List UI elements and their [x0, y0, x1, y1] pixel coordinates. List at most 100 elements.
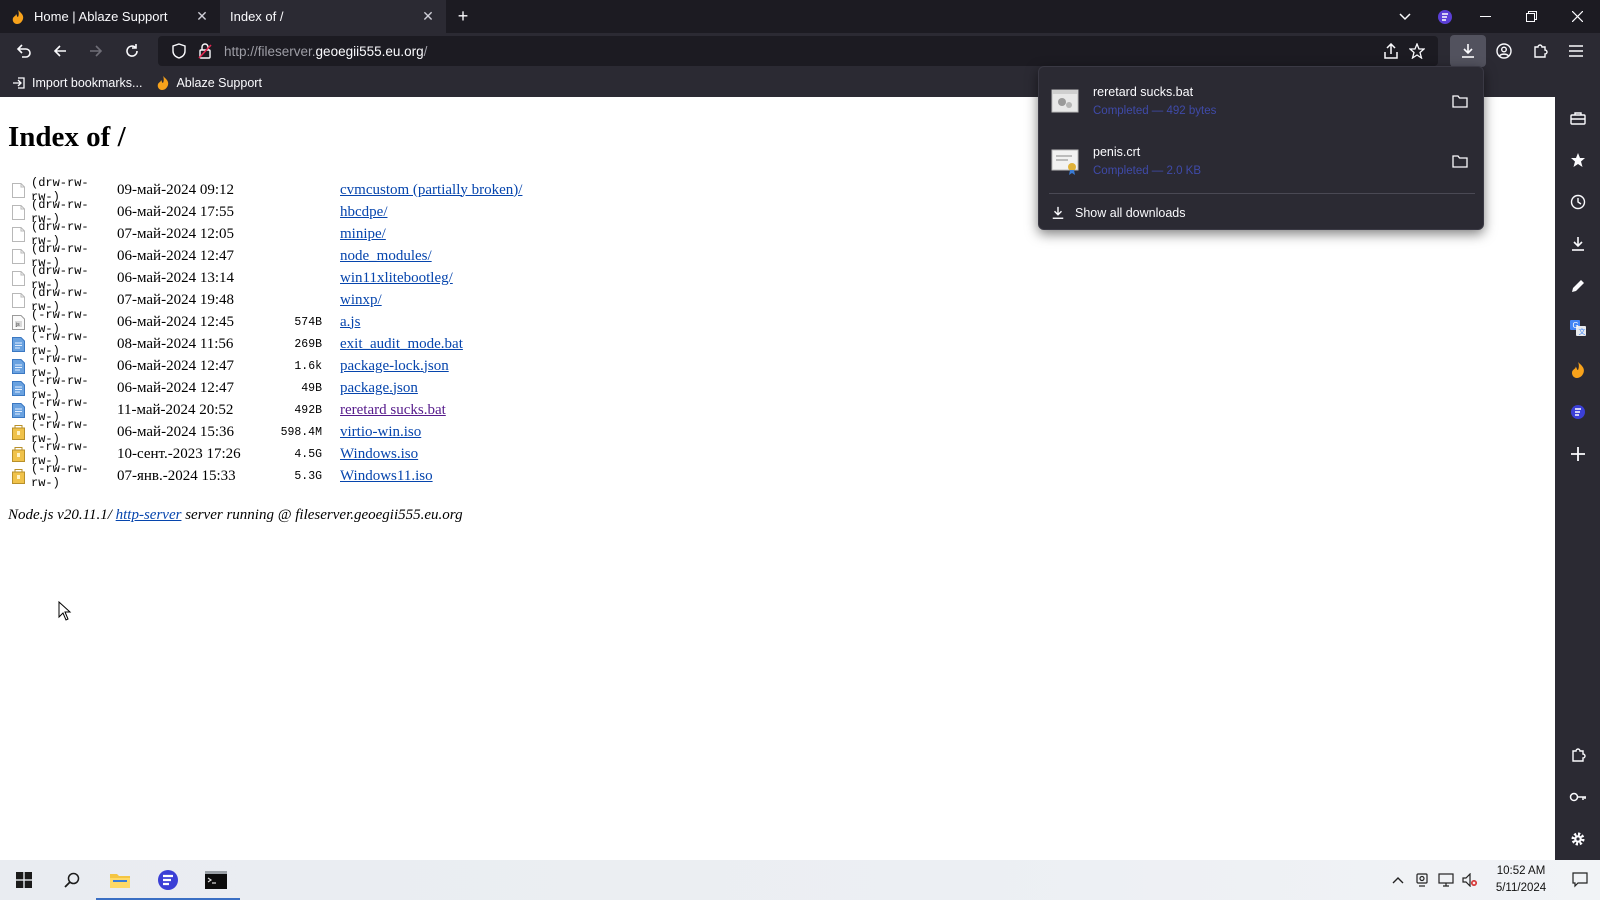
minimize-button[interactable]	[1462, 0, 1508, 33]
floorp-icon	[158, 870, 178, 890]
close-tab-icon[interactable]: ✕	[420, 8, 436, 25]
volume-muted-icon[interactable]	[1458, 860, 1482, 900]
share-icon[interactable]	[1378, 43, 1404, 59]
arrow-left-icon	[53, 45, 66, 57]
show-hidden-icons-chevron-up-icon[interactable]	[1386, 860, 1410, 900]
footer-suffix: server running @ fileserver.geoegii555.e…	[181, 507, 463, 523]
bookmark-star-icon[interactable]	[1404, 43, 1430, 59]
reload-icon	[126, 44, 138, 57]
package-icon	[12, 424, 26, 440]
file-link[interactable]: a.js	[340, 314, 360, 331]
new-tab-button[interactable]: +	[446, 0, 480, 33]
action-center-button[interactable]	[1560, 860, 1600, 900]
taskbar-clock[interactable]: 10:52 AM 5/11/2024	[1482, 863, 1560, 897]
file-size: 5.3G	[294, 469, 322, 483]
downloads-panel: reretard sucks.bat Completed — 492 bytes…	[1038, 66, 1484, 230]
open-folder-icon[interactable]	[1445, 86, 1475, 116]
sidebar-toolbox-icon[interactable]	[1555, 97, 1600, 139]
file-explorer-taskbar-button[interactable]	[96, 860, 144, 900]
download-item[interactable]: penis.crt Completed — 2.0 KB	[1049, 133, 1475, 189]
command-prompt-taskbar-button[interactable]	[192, 860, 240, 900]
open-folder-icon[interactable]	[1445, 146, 1475, 176]
account-button[interactable]	[1486, 35, 1522, 67]
undo-icon	[16, 44, 31, 58]
bat-file-icon	[1049, 85, 1081, 117]
hamburger-menu-icon	[1569, 45, 1583, 57]
close-tab-icon[interactable]: ✕	[194, 8, 210, 25]
download-filename: reretard sucks.bat	[1093, 85, 1194, 99]
tracking-protection-shield-icon[interactable]	[166, 43, 192, 59]
sidebar-downloads-icon[interactable]	[1555, 223, 1600, 265]
import-icon	[12, 76, 26, 90]
restore-icon	[1525, 11, 1537, 22]
svg-text:js: js	[15, 322, 20, 328]
search-icon	[64, 872, 80, 888]
list-all-tabs-button[interactable]	[1382, 0, 1428, 33]
panel-divider	[1049, 193, 1475, 194]
restore-button[interactable]	[1508, 0, 1554, 33]
meet-now-camera-icon[interactable]	[1410, 860, 1434, 900]
file-modified-date: 06-май-2024 17:55	[117, 203, 234, 220]
file-link[interactable]: minipe/	[340, 226, 386, 243]
sidebar-settings-gear-icon[interactable]	[1555, 818, 1600, 860]
page-title: Index of /	[8, 121, 126, 153]
back-button[interactable]	[42, 35, 78, 67]
downloads-button[interactable]	[1450, 35, 1486, 67]
reload-button[interactable]	[114, 35, 150, 67]
sidebar-history-icon[interactable]	[1555, 181, 1600, 223]
sidebar-bookmarks-icon[interactable]	[1555, 139, 1600, 181]
sidebar-add-panel-icon[interactable]	[1555, 433, 1600, 475]
sidebar-passwords-key-icon[interactable]	[1555, 776, 1600, 818]
bookmark-import[interactable]: Import bookmarks...	[12, 76, 142, 90]
start-button[interactable]	[0, 860, 48, 900]
file-link[interactable]: package-lock.json	[340, 358, 449, 375]
file-link[interactable]: package.json	[340, 380, 418, 397]
close-window-button[interactable]	[1554, 0, 1600, 33]
tab-bar: Home | Ablaze Support ✕ Index of / ✕ +	[0, 0, 1600, 33]
file-link[interactable]: Windows11.iso	[340, 468, 433, 485]
mouse-cursor-icon	[58, 600, 72, 626]
tab-index-of[interactable]: Index of / ✕	[220, 0, 446, 33]
file-link[interactable]: cvmcustom (partially broken)/	[340, 182, 522, 199]
sidebar-translate-icon[interactable]: G文	[1555, 307, 1600, 349]
download-item[interactable]: reretard sucks.bat Completed — 492 bytes	[1049, 73, 1475, 129]
url-text[interactable]: http://fileserver.geoegii555.eu.org/	[224, 44, 427, 59]
package-icon	[12, 468, 26, 484]
file-link[interactable]: win11xlitebootleg/	[340, 270, 453, 287]
file-link[interactable]: winxp/	[340, 292, 382, 309]
address-bar[interactable]: http://fileserver.geoegii555.eu.org/	[158, 36, 1438, 66]
file-modified-date: 10-сент.-2023 17:26	[117, 445, 241, 462]
file-link[interactable]: hbcdpe/	[340, 204, 387, 221]
http-server-link[interactable]: http-server	[116, 507, 182, 523]
sidebar-ablaze-flame-icon[interactable]	[1555, 349, 1600, 391]
floorp-browser-taskbar-button[interactable]	[144, 860, 192, 900]
sidebar-notes-pencil-icon[interactable]	[1555, 265, 1600, 307]
notification-icon	[1572, 872, 1588, 888]
bookmark-ablaze-support[interactable]: Ablaze Support	[156, 76, 262, 90]
sidebar-extensions-icon[interactable]	[1555, 734, 1600, 776]
search-button[interactable]	[48, 860, 96, 900]
file-link[interactable]: virtio-win.iso	[340, 424, 421, 441]
forward-button[interactable]	[78, 35, 114, 67]
file-link[interactable]: reretard sucks.bat	[340, 402, 446, 419]
close-icon	[1571, 11, 1583, 22]
file-link[interactable]: node_modules/	[340, 248, 432, 265]
sidebar-floorp-icon[interactable]	[1555, 391, 1600, 433]
ablaze-flame-icon	[156, 76, 170, 90]
file-row: (-rw-rw-rw-) 07-янв.-2024 15:33 5.3G Window…	[12, 462, 522, 490]
undo-close-tab-button[interactable]	[6, 35, 42, 67]
folder-icon	[110, 874, 130, 888]
file-size: 1.6k	[294, 359, 322, 373]
certificate-file-icon	[1049, 145, 1081, 177]
insecure-lock-icon[interactable]	[192, 43, 218, 59]
file-modified-date: 07-май-2024 12:05	[117, 225, 234, 242]
extensions-button[interactable]	[1522, 35, 1558, 67]
file-link[interactable]: exit_audit_mode.bat	[340, 336, 463, 353]
svg-text:文: 文	[1578, 327, 1585, 336]
app-menu-button[interactable]	[1558, 35, 1594, 67]
show-all-downloads-button[interactable]: Show all downloads	[1051, 199, 1186, 227]
floorp-account-icon[interactable]	[1428, 0, 1462, 33]
file-link[interactable]: Windows.iso	[340, 446, 418, 463]
tab-ablaze-support[interactable]: Home | Ablaze Support ✕	[0, 0, 220, 33]
network-icon[interactable]	[1434, 860, 1458, 900]
